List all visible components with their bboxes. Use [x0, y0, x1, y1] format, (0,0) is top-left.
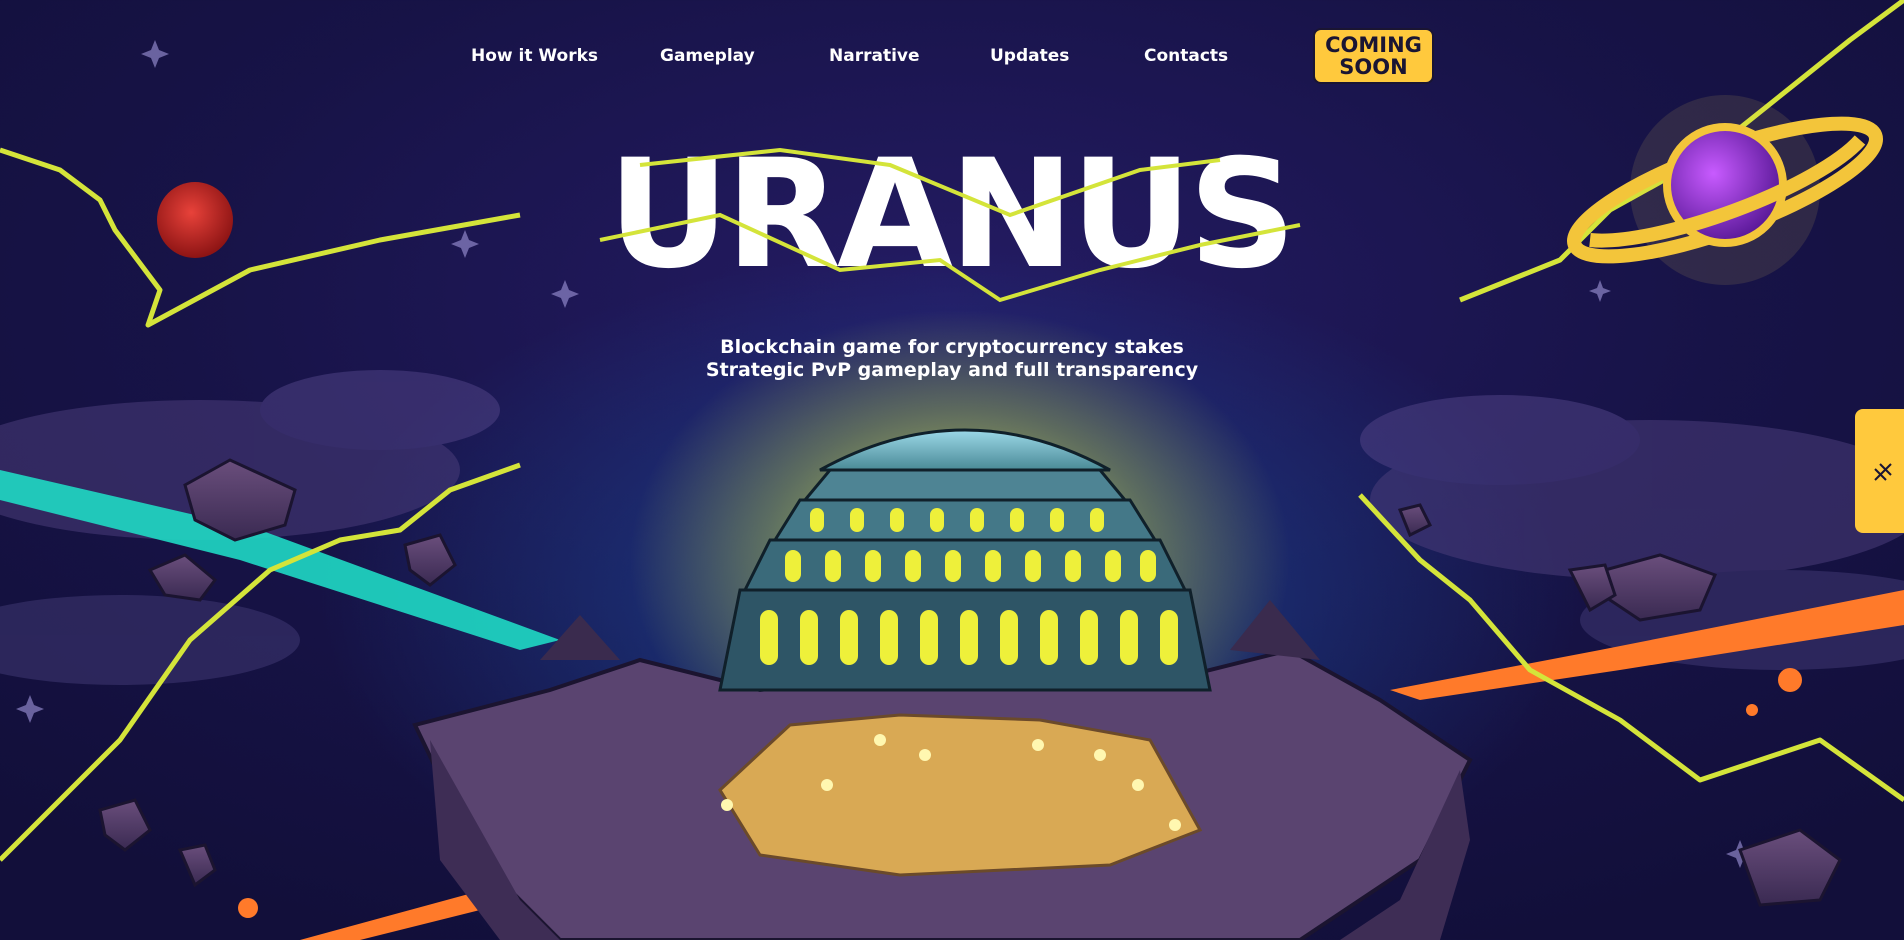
nav-link-contacts[interactable]: Contacts — [1144, 46, 1228, 66]
tagline-line-1: Blockchain game for cryptocurrency stake… — [720, 336, 1184, 358]
coming-soon-button[interactable]: COMING SOON — [1313, 28, 1434, 84]
ringed-planet — [1567, 95, 1883, 285]
nav-link-gameplay[interactable]: Gameplay — [660, 46, 755, 66]
side-close-tab[interactable] — [1855, 409, 1904, 533]
uranus-logo: URANUS — [580, 120, 1320, 310]
nav-link-updates[interactable]: Updates — [990, 46, 1069, 66]
nav-link-how-it-works[interactable]: How it Works — [471, 46, 598, 66]
coming-soon-line1: COMING — [1325, 33, 1422, 57]
nav-link-narrative[interactable]: Narrative — [829, 46, 920, 66]
logo-lightning-overlay — [599, 147, 1301, 303]
red-planet — [157, 182, 233, 258]
tagline-line-2: Strategic PvP gameplay and full transpar… — [705, 359, 1199, 381]
top-navigation: How it Works Gameplay Narrative Updates … — [0, 28, 1904, 84]
close-icon[interactable] — [1872, 461, 1894, 483]
coming-soon-line2: SOON — [1339, 55, 1408, 79]
